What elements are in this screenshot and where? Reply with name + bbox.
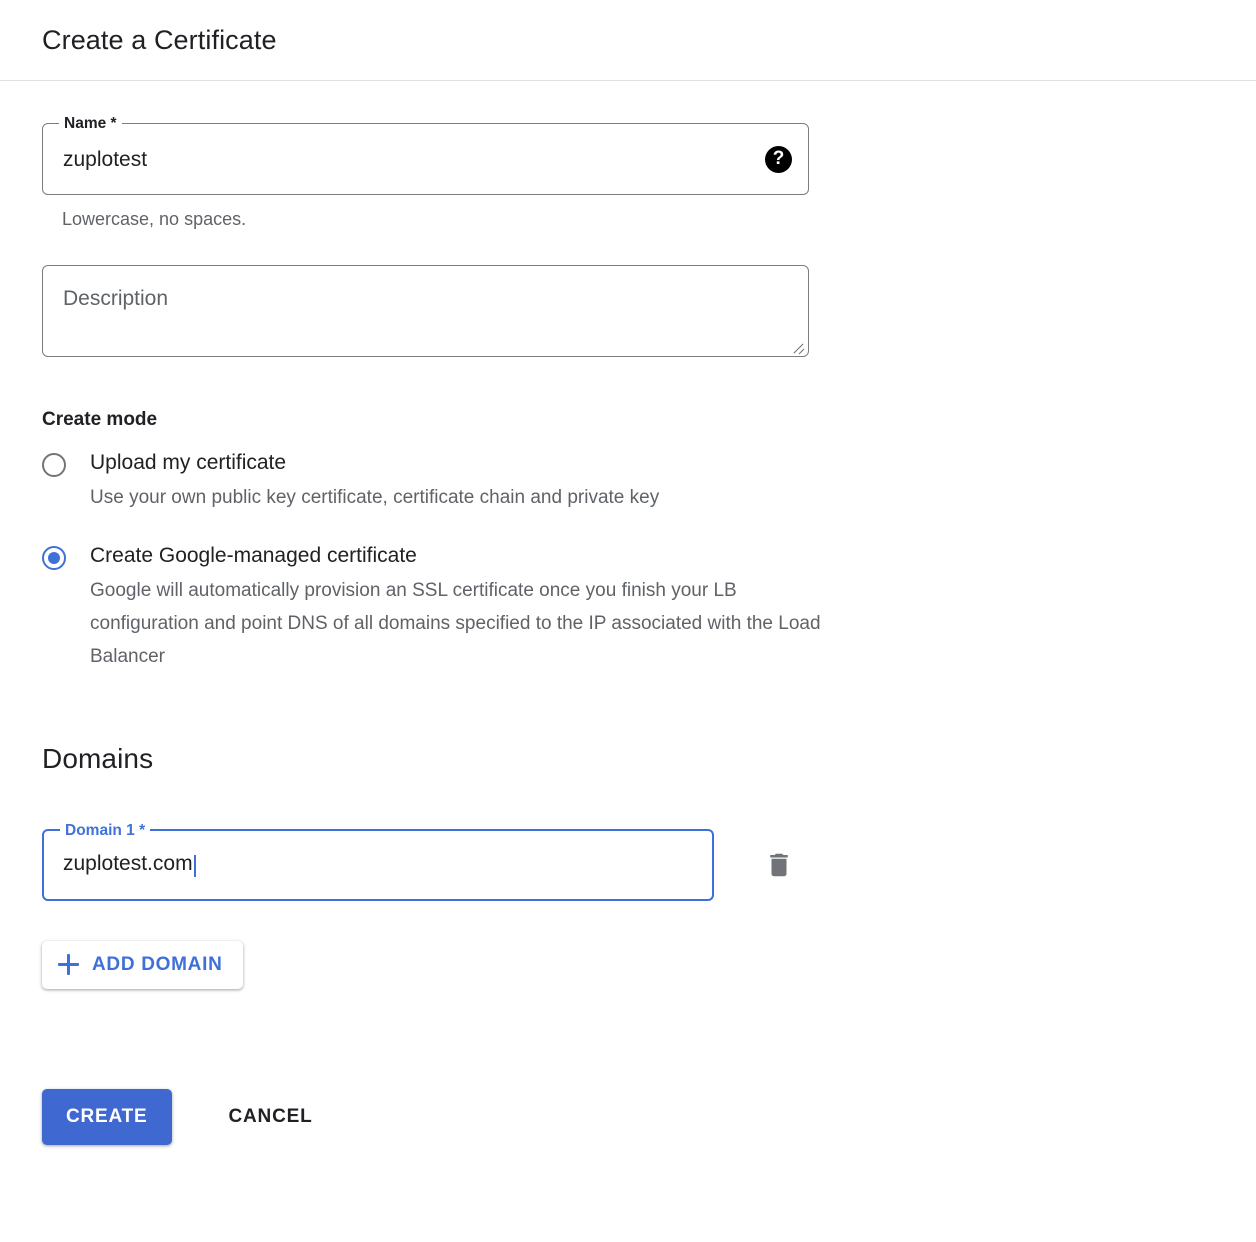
- domains-section-title: Domains: [42, 742, 154, 774]
- cancel-button[interactable]: CANCEL: [217, 1089, 325, 1145]
- domain-1-label: Domain 1 *: [60, 821, 151, 840]
- domain-field-wrapper: Domain 1 * zuplotest.com: [42, 821, 714, 901]
- name-field-label: Name *: [59, 115, 122, 133]
- radio-option-create-google-managed-certificate[interactable]: Create Google-managed certificate Google…: [42, 544, 1214, 673]
- add-domain-button[interactable]: ADD DOMAIN: [42, 940, 243, 989]
- name-helper-text: Lowercase, no spaces.: [62, 209, 247, 229]
- help-icon[interactable]: ?: [765, 145, 792, 173]
- radio-description: Google will automatically provision an S…: [90, 579, 821, 667]
- form-actions: CREATE CANCEL: [42, 1088, 1214, 1145]
- help-icon-glyph: ?: [772, 147, 785, 169]
- certificate-form: Name * zuplotest ? Lowercase, no spaces.…: [0, 81, 1256, 1145]
- radio-option-texts: Create Google-managed certificate Google…: [90, 544, 830, 673]
- trash-icon[interactable]: [762, 848, 796, 882]
- page-header: Create a Certificate: [0, 0, 1256, 81]
- plus-icon: [58, 954, 79, 976]
- resize-handle-icon[interactable]: [791, 339, 805, 353]
- create-mode-label: Create mode: [42, 408, 158, 430]
- name-input[interactable]: Name * zuplotest ?: [42, 115, 809, 195]
- domain-row: Domain 1 * zuplotest.com: [42, 821, 1214, 901]
- page-title: Create a Certificate: [42, 24, 277, 55]
- radio-option-texts: Upload my certificate Use your own publi…: [90, 451, 659, 514]
- text-caret: [193, 855, 196, 878]
- description-placeholder: Description: [63, 286, 169, 310]
- description-input[interactable]: Description: [42, 264, 809, 357]
- radio-option-upload-my-certificate[interactable]: Upload my certificate Use your own publi…: [42, 451, 1214, 514]
- create-button[interactable]: CREATE: [42, 1088, 172, 1145]
- radio-mark-unselected-icon[interactable]: [42, 452, 66, 477]
- radio-label: Create Google-managed certificate: [90, 543, 417, 567]
- domain-1-value: zuplotest.com: [63, 852, 697, 878]
- domain-1-input[interactable]: Domain 1 * zuplotest.com: [42, 821, 714, 901]
- radio-description: Use your own public key certificate, cer…: [90, 486, 660, 508]
- create-mode-radio-group: Upload my certificate Use your own publi…: [42, 451, 1214, 673]
- radio-mark-selected-icon[interactable]: [42, 545, 66, 570]
- name-input-value: zuplotest: [63, 148, 148, 170]
- add-domain-label: ADD DOMAIN: [92, 953, 223, 975]
- radio-label: Upload my certificate: [90, 450, 287, 474]
- name-field-wrapper: Name * zuplotest ?: [42, 115, 809, 195]
